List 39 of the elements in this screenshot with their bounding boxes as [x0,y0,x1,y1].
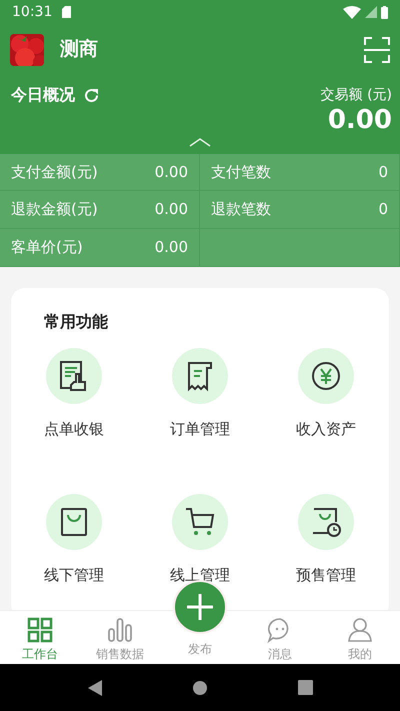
grid-icon [27,617,53,643]
signal-icon [365,6,377,18]
stat-value: 0.00 [154,199,188,220]
stat-value: 0 [378,162,388,183]
amount-value: 0.00 [326,106,392,135]
function-item[interactable]: 线下管理 [11,494,137,587]
function-item[interactable]: 收入资产 [263,348,389,440]
scan-icon[interactable] [364,36,390,62]
shopping-bag-icon [58,506,90,538]
nav-tab[interactable]: 工作台 [0,611,80,664]
clock: 10:31 [12,2,52,22]
stat-label: 支付金额(元) [11,162,98,183]
stat-label: 退款金额(元) [11,199,98,220]
bar-chart-icon [107,617,133,643]
section-title: 今日概况 [11,84,75,106]
stat-value: 0 [378,199,388,220]
bag-clock-icon [310,506,342,538]
stat-label: 支付笔数 [211,162,271,183]
recents-icon[interactable] [298,680,312,695]
home-icon[interactable] [192,680,208,696]
function-item[interactable]: 点单收银 [11,348,137,440]
function-item[interactable]: 预售管理 [263,494,389,587]
amount-label: 交易额 (元) [320,86,392,105]
plus-icon [186,593,214,621]
battery-icon [381,6,388,18]
sd-card-icon [62,6,72,18]
card-title: 常用功能 [44,310,109,333]
back-icon[interactable] [88,680,102,696]
person-icon [347,617,373,643]
stat-value: 0.00 [154,237,188,258]
stat-value: 0.00 [154,162,188,183]
stat-label: 退款笔数 [211,199,271,220]
yen-coin-icon [310,360,342,392]
function-item[interactable]: 订单管理 [137,348,263,440]
wifi-icon [343,6,361,18]
app-title: 测商 [60,37,98,62]
function-item[interactable]: 线上管理 [137,494,263,587]
refresh-icon[interactable] [83,86,100,104]
stat-label: 客单价(元) [11,237,83,258]
